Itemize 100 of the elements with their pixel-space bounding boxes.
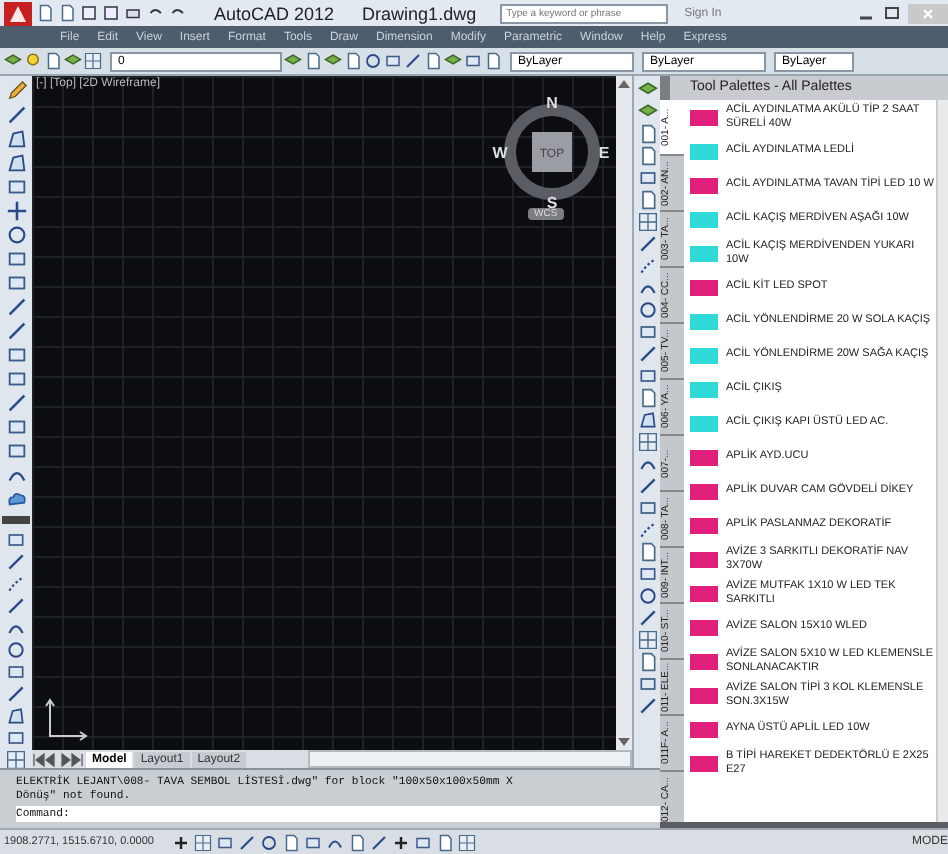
- tab-navigation-icon[interactable]: [32, 751, 84, 767]
- block-symbol-icon[interactable]: [690, 585, 718, 601]
- rectangle-icon[interactable]: [6, 662, 26, 682]
- rectangle-icon[interactable]: [5, 368, 27, 390]
- cross-arrows-icon[interactable]: [5, 200, 27, 222]
- line-icon[interactable]: [6, 596, 26, 616]
- polygon-icon[interactable]: [5, 152, 27, 174]
- rectangle-icon[interactable]: [5, 440, 27, 462]
- rectangle-icon[interactable]: [637, 168, 657, 188]
- pencil-icon[interactable]: [5, 80, 27, 102]
- document-icon[interactable]: [484, 52, 502, 70]
- line-icon[interactable]: [5, 320, 27, 342]
- document-icon[interactable]: [424, 52, 442, 70]
- layers-icon[interactable]: [324, 52, 342, 70]
- document-icon[interactable]: [637, 542, 657, 562]
- grid-icon[interactable]: [6, 750, 26, 768]
- grid-icon[interactable]: [637, 432, 657, 452]
- polygon-icon[interactable]: [5, 128, 27, 150]
- rectangle-icon[interactable]: [304, 833, 322, 851]
- circle-icon[interactable]: [260, 833, 278, 851]
- rectangle-icon[interactable]: [5, 272, 27, 294]
- rectangle-icon[interactable]: [414, 833, 432, 851]
- circle-icon[interactable]: [637, 300, 657, 320]
- circle-icon[interactable]: [5, 224, 27, 246]
- plus-icon[interactable]: [172, 833, 190, 851]
- circle-icon[interactable]: [364, 52, 382, 70]
- circle-icon[interactable]: [637, 586, 657, 606]
- polygon-icon[interactable]: [637, 410, 657, 430]
- grid-icon[interactable]: [637, 630, 657, 650]
- rectangle-icon[interactable]: [637, 366, 657, 386]
- line-icon[interactable]: [238, 833, 256, 851]
- line-icon[interactable]: [5, 296, 27, 318]
- block-symbol-icon[interactable]: [690, 653, 718, 669]
- line-icon[interactable]: [370, 833, 388, 851]
- layers-icon[interactable]: [444, 52, 462, 70]
- line-icon[interactable]: [637, 608, 657, 628]
- line-icon[interactable]: [637, 234, 657, 254]
- document-icon[interactable]: [44, 52, 62, 70]
- cloud-icon[interactable]: [5, 488, 27, 510]
- points-icon[interactable]: [6, 574, 26, 594]
- rectangle-icon[interactable]: [637, 674, 657, 694]
- compass-ring[interactable]: [504, 104, 600, 200]
- block-symbol-icon[interactable]: [690, 483, 718, 499]
- block-symbol-icon[interactable]: [690, 551, 718, 567]
- document-icon[interactable]: [304, 52, 322, 70]
- grid-icon[interactable]: [637, 212, 657, 232]
- palette-scrollbar[interactable]: [936, 100, 948, 822]
- rectangle-icon[interactable]: [5, 176, 27, 198]
- line-icon[interactable]: [404, 52, 422, 70]
- layers-icon[interactable]: [64, 52, 82, 70]
- document-icon[interactable]: [637, 652, 657, 672]
- layers-icon[interactable]: [4, 52, 22, 70]
- document-icon[interactable]: [348, 833, 366, 851]
- block-symbol-icon[interactable]: [690, 721, 718, 737]
- rectangle-icon[interactable]: [464, 52, 482, 70]
- line-icon[interactable]: [637, 476, 657, 496]
- app-title: AutoCAD 2012: [214, 3, 335, 23]
- block-symbol-icon[interactable]: [690, 517, 718, 533]
- line-icon[interactable]: [5, 392, 27, 414]
- polygon-icon[interactable]: [6, 706, 26, 726]
- horizontal-scrollbar[interactable]: [308, 750, 632, 768]
- rectangle-icon[interactable]: [216, 833, 234, 851]
- rectangle-icon[interactable]: [384, 52, 402, 70]
- circle-icon[interactable]: [6, 640, 26, 660]
- document-icon[interactable]: [344, 52, 362, 70]
- rectangle-icon[interactable]: [6, 530, 26, 550]
- grid-icon[interactable]: [84, 52, 102, 70]
- rectangle-icon[interactable]: [637, 564, 657, 584]
- rectangle-icon[interactable]: [5, 416, 27, 438]
- points-icon[interactable]: [637, 520, 657, 540]
- line-icon[interactable]: [6, 684, 26, 704]
- line-icon[interactable]: [637, 696, 657, 716]
- grid-icon[interactable]: [458, 833, 476, 851]
- document-icon[interactable]: [637, 388, 657, 408]
- block-symbol-icon[interactable]: [690, 687, 718, 703]
- rectangle-icon[interactable]: [637, 498, 657, 518]
- block-symbol-icon[interactable]: [690, 177, 718, 193]
- block-symbol-icon[interactable]: [690, 619, 718, 635]
- line-icon[interactable]: [637, 344, 657, 364]
- points-icon[interactable]: [637, 256, 657, 276]
- rectangle-icon[interactable]: [6, 728, 26, 748]
- bulb-icon[interactable]: [24, 52, 42, 70]
- line-icon[interactable]: [5, 104, 27, 126]
- block-symbol-icon[interactable]: [690, 279, 718, 295]
- plus-icon[interactable]: [392, 833, 410, 851]
- maximize-icon[interactable]: [882, 5, 902, 21]
- document-icon[interactable]: [436, 833, 454, 851]
- app-logo-icon[interactable]: [4, 1, 32, 25]
- rectangle-icon[interactable]: [637, 322, 657, 342]
- rectangle-icon[interactable]: [5, 344, 27, 366]
- document-icon[interactable]: [637, 190, 657, 210]
- document-icon[interactable]: [282, 833, 300, 851]
- grid-icon[interactable]: [194, 833, 212, 851]
- block-symbol-icon[interactable]: [690, 449, 718, 465]
- line-icon[interactable]: [6, 552, 26, 572]
- block-symbol-icon[interactable]: [690, 109, 718, 125]
- printer-icon[interactable]: [124, 4, 142, 22]
- block-symbol-icon[interactable]: [690, 755, 718, 771]
- rectangle-icon[interactable]: [5, 248, 27, 270]
- layers-icon[interactable]: [284, 52, 302, 70]
